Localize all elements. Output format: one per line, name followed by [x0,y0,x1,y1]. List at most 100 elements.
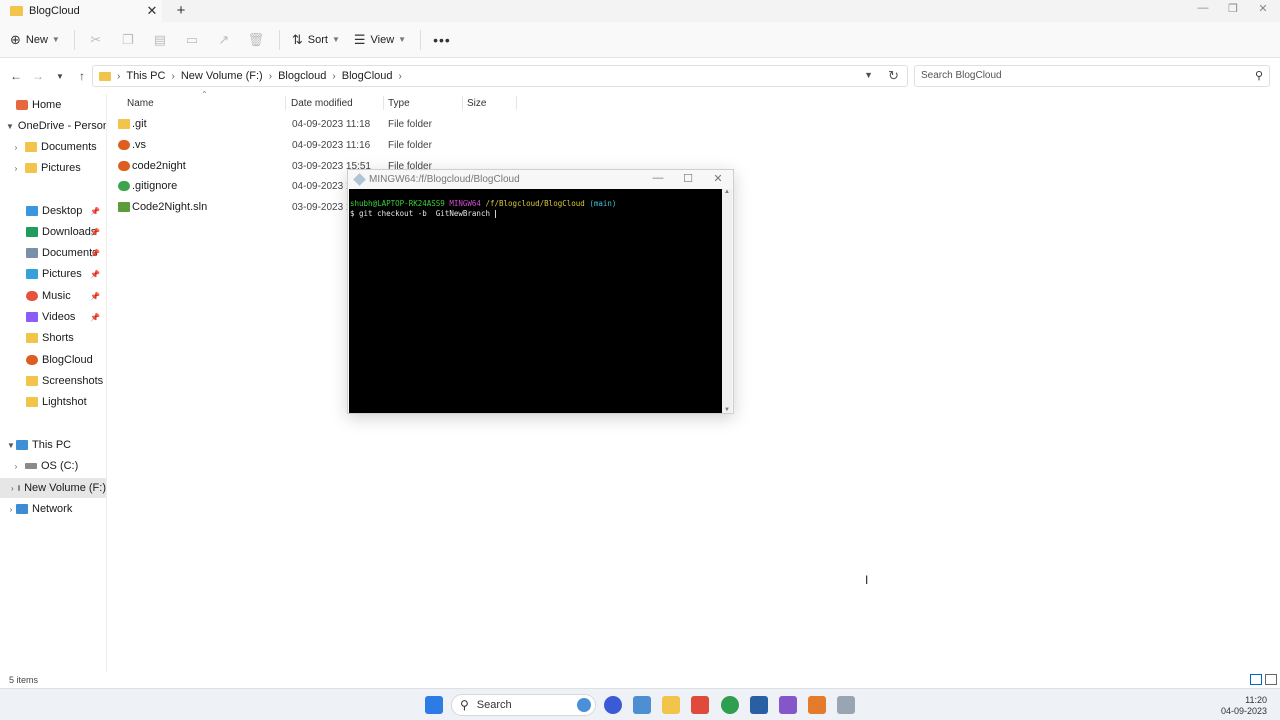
close-window-icon[interactable]: ✕ [708,172,728,185]
cut-icon[interactable]: ✂ [87,31,105,49]
terminal-output[interactable]: shubh@LAPTOP-RK24ASS9 MINGW64 /f/Blogclo… [349,189,723,413]
close-icon[interactable]: ✕ [142,3,162,19]
new-button[interactable]: ⊕ New ▼ [10,32,60,48]
sidebar-item-blogcloud[interactable]: BlogCloud [0,350,106,370]
refresh-icon[interactable]: ↻ [888,68,899,84]
file-explorer-icon[interactable] [662,696,680,714]
sidebar-item-home[interactable]: Home [0,95,106,115]
plus-icon[interactable]: + [172,2,190,19]
table-row[interactable]: .vs 04-09-2023 11:16 File folder [113,135,523,155]
chevron-right-icon[interactable]: › [11,462,21,471]
chevron-down-icon[interactable]: ▼ [722,407,732,413]
sidebar-item-network[interactable]: › Network [0,499,106,519]
terminal-scrollbar[interactable]: ▲ ▼ [722,189,732,413]
delete-icon[interactable]: 🗑 [247,31,265,49]
sidebar-item-label: Documents [41,141,97,153]
sort-button[interactable]: ⇅ Sort ▼ [292,32,340,48]
pin-icon: 📌 [90,269,100,279]
visual-studio-icon[interactable] [779,696,797,714]
table-row[interactable]: .git 04-09-2023 11:18 File folder [113,114,523,134]
sidebar-item-screenshots[interactable]: Screenshots [0,371,106,391]
breadcrumb-new-volume[interactable]: New Volume (F:) [181,70,263,82]
sidebar-item-pictures[interactable]: Pictures 📌 [0,264,106,284]
details-view-icon[interactable] [1250,674,1262,685]
chevron-right-icon[interactable]: › [11,164,21,173]
minimize-icon[interactable]: — [1188,2,1218,14]
terminal-title-bar[interactable]: MINGW64:/f/Blogcloud/BlogCloud [353,173,520,186]
column-header-size[interactable]: Size [467,94,486,112]
file-type: File folder [388,140,432,151]
sidebar-item-lightshot[interactable]: Lightshot [0,392,106,412]
address-bar[interactable]: › This PC › New Volume (F:) › Blogcloud … [92,65,908,87]
sidebar-item-desktop[interactable]: Desktop 📌 [0,201,106,221]
minimize-icon[interactable]: — [648,172,668,184]
tiles-view-icon[interactable] [1265,674,1277,685]
sidebar-item-onedrive-pictures[interactable]: › Pictures [0,158,106,178]
chevron-right-icon[interactable]: › [6,505,16,514]
system-clock[interactable]: 11:20 04-09-2023 [1221,695,1267,717]
chevron-up-icon[interactable]: ▲ [722,189,732,195]
plus-circle-icon: ⊕ [10,31,21,47]
rename-icon[interactable]: ▭ [183,31,201,49]
widgets-icon[interactable] [633,696,651,714]
chevron-down-icon[interactable]: ▼ [864,70,873,80]
breadcrumb-blogcloud[interactable]: BlogCloud [342,70,393,82]
chevron-down-icon: ▼ [331,35,340,44]
back-arrow-icon[interactable]: ← [6,69,26,83]
sidebar-item-this-pc[interactable]: ▼ This PC [0,435,106,455]
column-header-name[interactable]: Name [127,94,154,112]
sidebar-item-music[interactable]: Music 📌 [0,286,106,306]
chevron-right-icon[interactable]: › [11,484,14,493]
up-arrow-icon[interactable]: ↑ [72,69,92,83]
terminal-window[interactable]: MINGW64:/f/Blogcloud/BlogCloud — ☐ ✕ shu… [347,169,734,414]
sidebar-item-documents[interactable]: Documents 📌 [0,243,106,263]
git-bash-icon [353,173,366,186]
share-icon[interactable]: ↗ [215,31,233,49]
pin-icon: 📌 [90,206,100,216]
chevron-down-icon[interactable]: ▼ [6,122,14,131]
sidebar-item-new-volume[interactable]: › New Volume (F:) [0,478,106,498]
command-line: $ git checkout -b GitNewBranch [350,209,722,219]
file-name: .gitignore [132,180,178,192]
forward-arrow-icon[interactable]: → [28,69,48,83]
view-button[interactable]: ☰ View ▼ [354,32,406,48]
copy-icon[interactable]: ❐ [119,31,137,49]
column-header-date-modified[interactable]: Date modified [291,94,353,112]
command-text: $ git checkout -b GitNewBranch [350,209,490,218]
column-header-type[interactable]: Type [388,94,410,112]
anydesk-icon[interactable] [691,696,709,714]
sort-label: Sort [307,33,328,46]
recent-locations-icon[interactable]: ▼ [50,72,70,81]
teams-icon[interactable] [604,696,622,714]
file-type: File folder [388,119,432,130]
maximize-icon[interactable]: ❐ [1218,2,1248,15]
sidebar-item-onedrive[interactable]: ▼ OneDrive - Persona [0,116,106,136]
chevron-down-icon[interactable]: ▼ [6,441,16,450]
sidebar-item-shorts[interactable]: Shorts [0,328,106,348]
chevron-right-icon[interactable]: › [11,143,21,152]
ibeam-cursor-icon: I [865,573,869,587]
sidebar-item-os-c[interactable]: › OS (C:) [0,456,106,476]
sort-icon: ⇅ [291,31,303,47]
folder-icon [25,163,37,173]
git-bash-icon[interactable] [837,696,855,714]
breadcrumb-this-pc[interactable]: This PC [126,70,165,82]
chrome-icon[interactable] [721,696,739,714]
more-button[interactable]: ••• [433,32,456,48]
maximize-icon[interactable]: ☐ [678,172,698,185]
sql-server-icon[interactable] [750,696,768,714]
sidebar-item-onedrive-documents[interactable]: › Documents [0,137,106,157]
file-name: .git [132,118,147,130]
search-input[interactable]: Search BlogCloud ⚲ [914,65,1270,87]
terminal-title: MINGW64:/f/Blogcloud/BlogCloud [369,174,520,185]
taskbar-search[interactable]: ⚲ Search [451,694,596,716]
close-window-icon[interactable]: ✕ [1248,2,1278,15]
sidebar-item-videos[interactable]: Videos 📌 [0,307,106,327]
office-icon[interactable] [808,696,826,714]
paste-icon[interactable]: ▤ [151,31,169,49]
sidebar-item-downloads[interactable]: Downloads 📌 [0,222,106,242]
tab-blogcloud[interactable]: BlogCloud ✕ [0,0,162,22]
file-date: 04-09-2023 11:18 [292,119,371,130]
windows-start-icon[interactable] [425,696,443,714]
breadcrumb-blogcloud-parent[interactable]: Blogcloud [278,70,326,82]
